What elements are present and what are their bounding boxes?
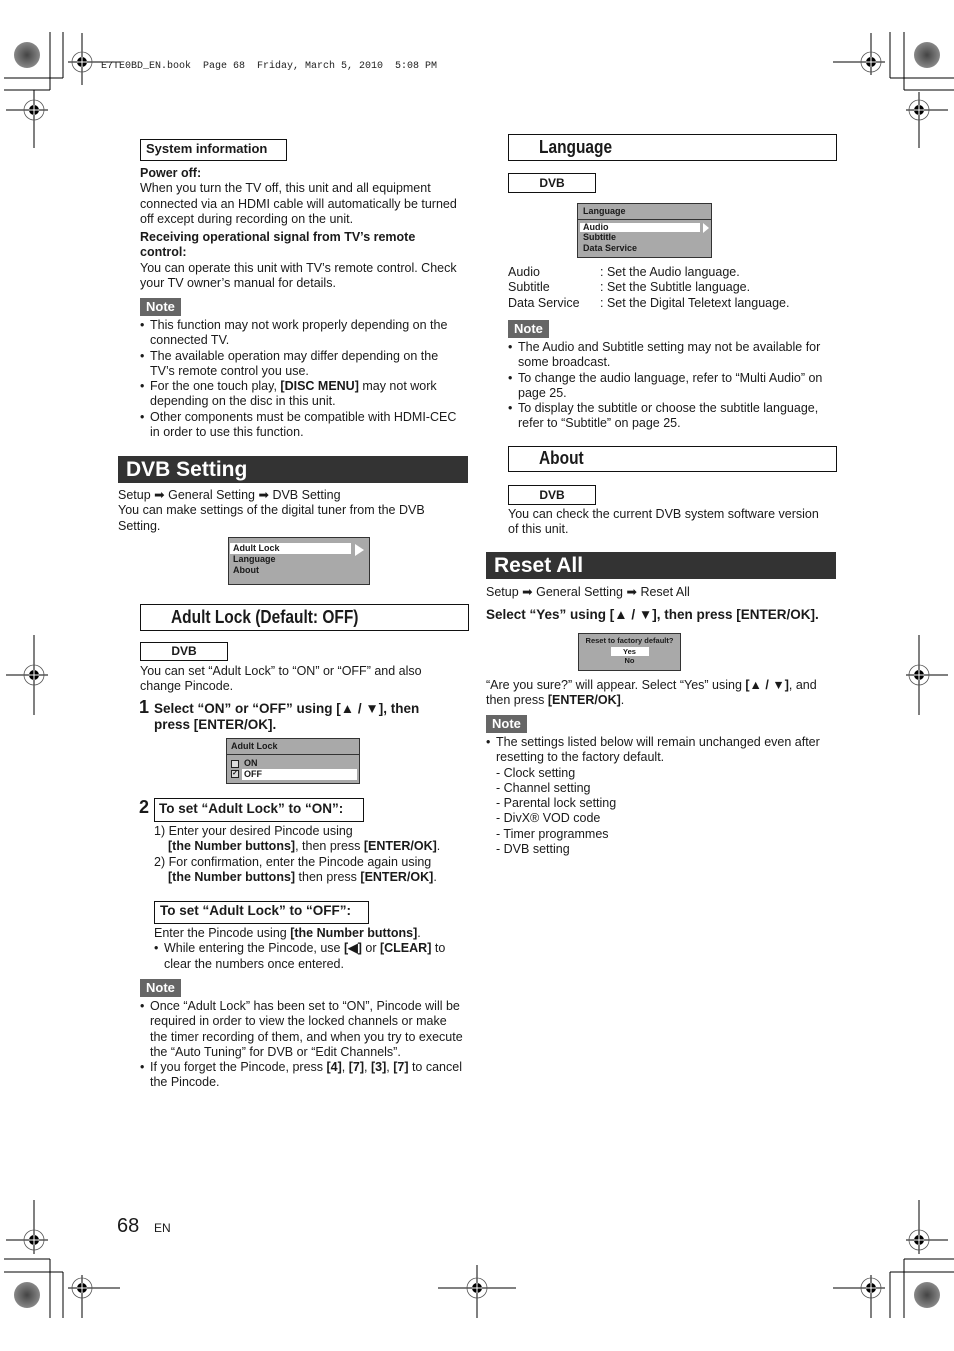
definition-row: Data Service: Set the Digital Teletext l…	[508, 295, 790, 310]
note-badge: Note	[486, 715, 527, 733]
divider	[154, 821, 364, 822]
osd-option-no[interactable]: No	[579, 656, 680, 666]
reset-notes: The settings listed below will remain un…	[486, 735, 841, 857]
dvb-setting-intro: Setting.	[118, 518, 161, 533]
step-number: 1	[139, 697, 150, 717]
adult-lock-notes: Once “Adult Lock” has been set to “ON”, …	[140, 999, 475, 1091]
breadcrumb: Setup ➡ General Setting ➡ DVB Setting	[118, 488, 341, 502]
power-off-text: off except during recording on the unit.	[140, 211, 354, 226]
list-item: - Clock setting	[496, 765, 576, 780]
arrow-right-icon: ➡	[258, 488, 269, 502]
language-notes: The Audio and Subtitle setting may not b…	[508, 340, 843, 432]
osd-menu-item[interactable]: Language	[229, 554, 369, 565]
arrow-right-icon: ➡	[626, 585, 637, 599]
note-item: For the one touch play, [DISC MENU] may …	[140, 379, 475, 410]
about-heading: About	[508, 446, 837, 472]
submenu-arrow-icon	[355, 544, 364, 556]
list-item: - Parental lock setting	[496, 796, 617, 811]
arrow-right-icon: ➡	[522, 585, 533, 599]
adult-lock-on-steps: 1) Enter your desired Pincode using [the…	[154, 824, 441, 884]
reset-breadcrumb: Setup ➡ General Setting ➡ Reset All	[486, 585, 690, 599]
receiving-label: control:	[140, 245, 187, 260]
system-info-notes: This function may not work properly depe…	[140, 318, 475, 440]
note-item: Once “Adult Lock” has been set to “ON”, …	[140, 999, 475, 1060]
osd-title: Reset to factory default?	[585, 636, 674, 645]
adult-lock-off-body: Enter the Pincode using [the Number butt…	[154, 926, 474, 972]
osd-title: Language	[578, 204, 711, 220]
adult-lock-heading: Adult Lock (Default: OFF)	[140, 604, 469, 631]
note-item: The settings listed below will remain un…	[486, 735, 841, 766]
note-item: To display the subtitle or choose the su…	[508, 401, 843, 432]
note-item: Other components must be compatible with…	[140, 410, 475, 441]
registration-dot-icon	[914, 42, 940, 68]
receiving-label: Receiving operational signal from TV’s r…	[140, 230, 416, 245]
system-info-title: System information	[140, 139, 287, 161]
kept-settings-list: - Clock setting - Channel setting - Pare…	[486, 766, 841, 858]
osd-option-off[interactable]: ✓ OFF	[227, 769, 359, 780]
registration-dot-icon	[14, 42, 40, 68]
power-off-text: connected via an HDMI cable will automat…	[140, 196, 457, 211]
language-code: EN	[154, 1221, 171, 1235]
checkbox-unchecked-icon[interactable]	[231, 760, 239, 768]
dvb-setting-body: Setup ➡ General Setting ➡ DVB Setting Yo…	[118, 488, 473, 534]
step1-instruction: Select “ON” or “OFF” using [▲ / ▼], then…	[154, 701, 420, 732]
osd-menu-item[interactable]: Data Service	[578, 243, 711, 254]
note-item: This function may not work properly depe…	[140, 318, 475, 349]
page-number: 68	[117, 1215, 140, 1237]
adult-lock-osd: Adult Lock ON ✓ OFF	[226, 738, 360, 784]
osd-option-yes[interactable]: Yes	[610, 647, 649, 656]
checkbox-checked-icon[interactable]: ✓	[231, 770, 239, 778]
dvb-tag: DVB	[508, 485, 596, 505]
submenu-arrow-icon	[703, 223, 709, 233]
dvb-setting-menu-osd: Adult Lock Language About	[228, 537, 370, 585]
list-item: - Channel setting	[496, 780, 591, 795]
step-number: 2	[139, 797, 150, 817]
registration-dot-icon	[14, 1282, 40, 1308]
power-off-label: Power off:	[140, 166, 202, 180]
power-off-text: When you turn the TV off, this unit and …	[140, 181, 431, 196]
osd-menu-item-selected[interactable]: Adult Lock	[230, 543, 351, 554]
note-item: If you forget the Pincode, press [4], [7…	[140, 1060, 475, 1091]
language-osd: Language Audio Subtitle Data Service	[577, 203, 712, 258]
about-text: You can check the current DVB system sof…	[508, 507, 819, 537]
osd-option-on[interactable]: ON	[227, 758, 359, 769]
definition-row: Audio: Set the Audio language.	[508, 265, 740, 279]
osd-menu-item-selected[interactable]: Audio	[580, 223, 700, 232]
note-item: To change the audio language, refer to “…	[508, 371, 843, 402]
arrow-right-icon: ➡	[154, 488, 165, 502]
receiving-text: You can operate this unit with TV’s remo…	[140, 260, 457, 275]
adult-lock-on-title: To set “Adult Lock” to “ON”:	[159, 801, 344, 816]
list-item: - Timer programmes	[496, 826, 609, 841]
receiving-text: your TV owner’s manual for details.	[140, 276, 336, 291]
dvb-tag: DVB	[508, 173, 596, 193]
osd-menu-item[interactable]: About	[229, 565, 369, 576]
language-heading: Language	[508, 134, 837, 161]
adult-lock-off-title: To set “Adult Lock” to “OFF”:	[154, 901, 369, 924]
reset-instruction: Select “Yes” using [▲ / ▼], then press […	[486, 607, 819, 622]
note-badge: Note	[508, 320, 549, 338]
note-item: The Audio and Subtitle setting may not b…	[508, 340, 843, 371]
language-definitions: Audio: Set the Audio language. Subtitle:…	[508, 265, 838, 311]
dvb-tag: DVB	[140, 642, 228, 661]
note-item: The available operation may differ depen…	[140, 349, 475, 380]
adult-lock-intro: You can set “Adult Lock” to “ON” or “OFF…	[140, 664, 422, 694]
reset-all-heading: Reset All	[486, 552, 836, 579]
dvb-setting-intro: You can make settings of the digital tun…	[118, 503, 425, 518]
reset-osd: Reset to factory default? Yes No	[578, 633, 681, 671]
note-badge: Note	[140, 298, 181, 316]
system-info-body: Power off: When you turn the TV off, thi…	[140, 166, 475, 291]
print-header: E7TE0BD_EN.book Page 68 Friday, March 5,…	[101, 61, 438, 72]
dvb-setting-heading: DVB Setting	[118, 456, 468, 483]
list-item: - DVB setting	[496, 842, 570, 857]
osd-title: Adult Lock	[227, 739, 359, 755]
definition-row: Subtitle: Set the Subtitle language.	[508, 280, 751, 295]
list-item: - DivX® VOD code	[496, 811, 601, 826]
note-badge: Note	[140, 979, 181, 997]
osd-menu-item[interactable]: Subtitle	[578, 232, 711, 243]
registration-dot-icon	[914, 1282, 940, 1308]
reset-confirm-text: “Are you sure?” will appear. Select “Yes…	[486, 678, 817, 708]
